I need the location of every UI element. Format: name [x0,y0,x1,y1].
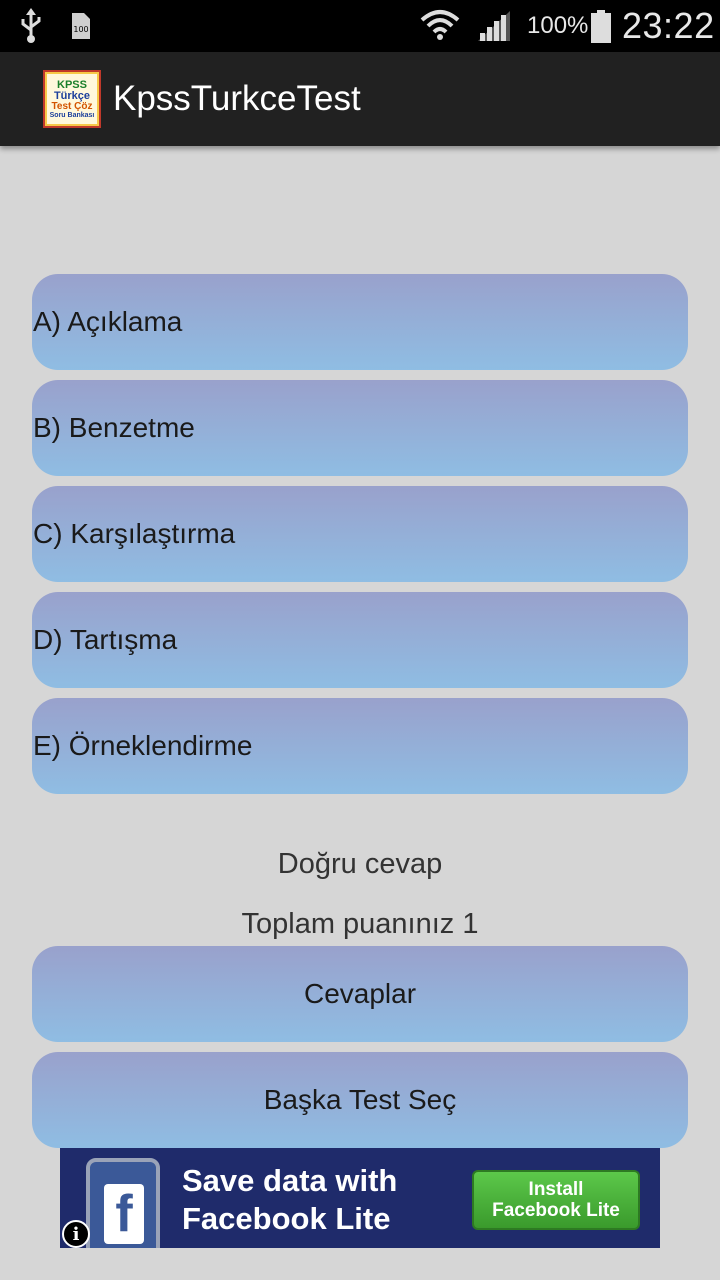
option-b-button[interactable]: B) Benzetme [32,380,688,476]
signal-icon [476,0,512,52]
ad-headline-line-2: Facebook Lite [182,1201,391,1236]
sim-label: 100 [73,25,88,34]
option-a-button[interactable]: A) Açıklama [32,274,688,370]
usb-icon [18,0,46,52]
app-bar: KPSS Türkçe Test Çöz Soru Bankası KpssTu… [0,52,720,146]
battery-percent: 100% [527,12,589,39]
choose-other-test-button[interactable]: Başka Test Seç [32,1052,688,1148]
app-logo-icon: KPSS Türkçe Test Çöz Soru Bankası [43,70,101,128]
ad-install-button[interactable]: Install Facebook Lite [472,1170,640,1230]
answers-button[interactable]: Cevaplar [32,946,688,1042]
option-d-button[interactable]: D) Tartışma [32,592,688,688]
status-bar: 100 100% 23:22 [0,0,720,52]
battery-icon [590,0,612,52]
option-e-button[interactable]: E) Örneklendirme [32,698,688,794]
wifi-icon [420,0,460,52]
ad-cta-line-2: Facebook Lite [492,1200,620,1221]
logo-line-1: KPSS [57,78,87,91]
logo-line-3: Test Çöz [51,100,93,112]
ad-info-icon[interactable]: i [62,1220,90,1248]
total-score-text: Toplam puanınız 1 [241,908,479,940]
option-c-button[interactable]: C) Karşılaştırma [32,486,688,582]
clock: 23:22 [622,5,715,46]
ad-banner[interactable]: f Save data with Facebook Lite Install F… [60,1148,660,1248]
phone-icon: f [86,1158,160,1248]
logo-line-4: Soru Bankası [49,111,95,119]
facebook-icon: f [104,1184,144,1244]
ad-cta-line-1: Install [528,1179,584,1200]
sim-icon: 100 [70,0,92,52]
ad-headline-line-1: Save data with [182,1163,398,1198]
app-title: KpssTurkceTest [113,79,361,118]
result-correct-text: Doğru cevap [277,848,443,880]
ad-headline: Save data with Facebook Lite [182,1162,397,1238]
logo-line-2: Türkçe [53,89,91,102]
